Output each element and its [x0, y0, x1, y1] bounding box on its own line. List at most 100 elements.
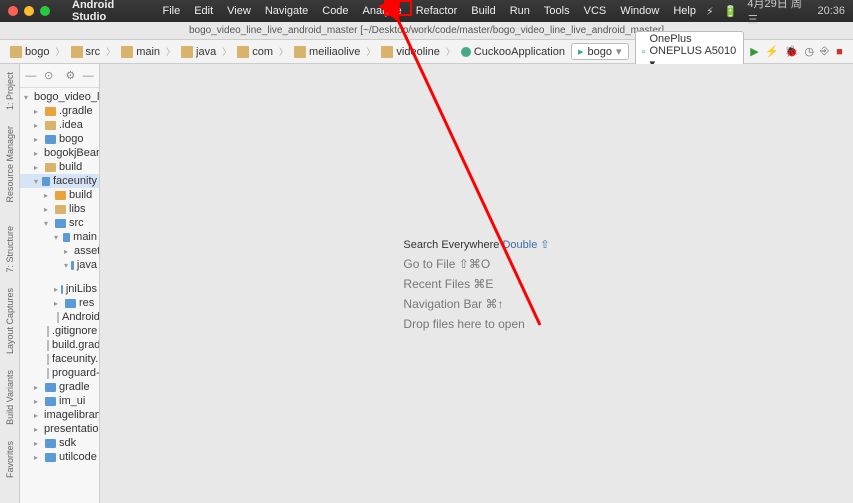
chevron-icon[interactable]: ▾ — [54, 233, 60, 242]
chevron-icon[interactable]: ▸ — [34, 425, 38, 434]
crumb-com[interactable]: com — [233, 45, 277, 59]
menu-refactor[interactable]: Refactor — [412, 5, 462, 17]
tree-node[interactable]: ▸gradle — [20, 380, 99, 394]
chevron-icon[interactable]: ▸ — [44, 191, 52, 200]
chevron-icon[interactable]: ▸ — [34, 439, 42, 448]
crumb-java[interactable]: java — [177, 45, 220, 59]
tree-node[interactable]: ▾src — [20, 216, 99, 230]
traffic-lights[interactable] — [8, 6, 50, 16]
chevron-icon[interactable]: ▾ — [34, 177, 39, 186]
select-target-button[interactable]: ⊙ — [42, 69, 56, 83]
tree-node[interactable]: ▸assets — [20, 244, 99, 258]
app-name[interactable]: Android Studio — [68, 0, 152, 23]
chevron-icon[interactable]: ▸ — [34, 163, 42, 172]
editor-area[interactable]: Search Everywhere Double ⇧ Go to File ⇧⌘… — [100, 64, 853, 503]
debug-button[interactable]: 🐞 — [785, 45, 799, 59]
battery-icon[interactable]: 🔋 — [724, 5, 738, 18]
menu-code[interactable]: Code — [318, 5, 352, 17]
menu-window[interactable]: Window — [616, 5, 663, 17]
hide-button[interactable]: — — [81, 69, 95, 83]
tree-node[interactable]: ▸build — [20, 188, 99, 202]
tree-node[interactable]: ▸imagelibrary — [20, 408, 99, 422]
tree-node[interactable]: ▾ faceunity — [20, 174, 99, 188]
chevron-icon[interactable]: ▸ — [34, 121, 42, 130]
tab-layout-captures[interactable]: Layout Captures — [3, 280, 17, 362]
tree-node[interactable]: ▸bogokjBean — [20, 146, 99, 160]
tab-structure[interactable]: 7: Structure — [3, 218, 17, 281]
close-icon[interactable] — [8, 6, 18, 16]
menu-file[interactable]: File — [158, 5, 184, 17]
hint-search: Search Everywhere Double ⇧ — [403, 237, 549, 251]
crumb-cuckoo[interactable]: CuckooApplication — [457, 45, 569, 59]
apply-button[interactable]: ⚡ — [765, 45, 779, 59]
menu-build[interactable]: Build — [467, 5, 499, 17]
tree-node[interactable]: ▾java — [20, 258, 99, 272]
run-button[interactable]: ▶ — [750, 45, 759, 59]
crumb-src[interactable]: src — [67, 45, 105, 59]
run-config-select[interactable]: ▸bogo▾ — [571, 43, 629, 60]
tree-node[interactable]: ▸im_ui — [20, 394, 99, 408]
chevron-icon[interactable]: ▾ — [64, 261, 68, 270]
tree-node[interactable]: ▾main — [20, 230, 99, 244]
tree-node[interactable]: ▸bogo — [20, 132, 99, 146]
tree-node[interactable]: ▸utilcode — [20, 450, 99, 464]
chevron-icon[interactable]: ▸ — [54, 285, 58, 294]
folder-icon — [45, 163, 56, 172]
tree-node[interactable]: ▸.idea — [20, 118, 99, 132]
project-tree[interactable]: ▾bogo_video_line_live_android_master▸.gr… — [20, 88, 99, 503]
tab-favorites[interactable]: Favorites — [3, 433, 17, 486]
crumb-main[interactable]: main — [117, 45, 164, 59]
attach-button[interactable]: ⎆ — [820, 45, 829, 59]
stop-button[interactable]: ■ — [835, 45, 844, 59]
tree-node[interactable]: ▸jniLibs — [20, 282, 99, 296]
crumb-bogo[interactable]: bogo — [6, 45, 53, 59]
chevron-icon[interactable]: ▾ — [44, 219, 52, 228]
tree-node[interactable]: proguard-rules.pro — [20, 366, 99, 380]
crumb-videoline[interactable]: videoline — [377, 45, 443, 59]
tree-node[interactable]: ▸ build — [20, 160, 99, 174]
chevron-icon[interactable]: ▸ — [34, 411, 38, 420]
crumb-meiliaolive[interactable]: meiliaolive — [290, 45, 364, 59]
tree-node[interactable]: faceunity.iml — [20, 352, 99, 366]
menu-tools[interactable]: Tools — [540, 5, 574, 17]
maximize-icon[interactable] — [40, 6, 50, 16]
chevron-icon[interactable]: ▸ — [44, 205, 52, 214]
tree-node[interactable]: ▸ sdk — [20, 436, 99, 450]
menu-vcs[interactable]: VCS — [580, 5, 611, 17]
folder-icon — [45, 121, 56, 130]
tree-node-label: sdk — [59, 437, 76, 449]
tab-build-variants[interactable]: Build Variants — [3, 362, 17, 433]
settings-button[interactable]: ⚙ — [64, 69, 78, 83]
chevron-icon[interactable]: ▸ — [54, 299, 62, 308]
menu-view[interactable]: View — [223, 5, 255, 17]
chevron-icon[interactable]: ▸ — [34, 453, 42, 462]
tree-node[interactable]: ▾bogo_video_line_live_android_master — [20, 90, 99, 104]
menu-run[interactable]: Run — [506, 5, 534, 17]
menu-edit[interactable]: Edit — [190, 5, 217, 17]
tab-project[interactable]: 1: Project — [3, 64, 17, 118]
tree-node[interactable]: ▸.gradle — [20, 104, 99, 118]
wifi-icon[interactable]: ⚡︎ — [706, 5, 714, 18]
tree-node[interactable]: ▸presentation — [20, 422, 99, 436]
chevron-icon[interactable]: ▸ — [34, 383, 42, 392]
minimize-icon[interactable] — [24, 6, 34, 16]
tree-node[interactable]: build.gradle — [20, 338, 99, 352]
chevron-icon[interactable]: ▸ — [34, 149, 38, 158]
tree-node[interactable]: .gitignore — [20, 324, 99, 338]
tree-node[interactable]: ▸res — [20, 296, 99, 310]
menu-analyze[interactable]: Analyze — [359, 5, 406, 17]
chevron-icon[interactable]: ▸ — [34, 397, 42, 406]
tab-resource-manager[interactable]: Resource Manager — [3, 118, 17, 211]
chevron-icon[interactable]: ▾ — [24, 93, 28, 102]
tree-node-label: build — [59, 161, 82, 173]
chevron-icon[interactable]: ▸ — [34, 135, 42, 144]
collapse-button[interactable]: — — [24, 69, 38, 83]
tree-node-label: faceunity — [53, 175, 97, 187]
tree-node[interactable]: ▸libs — [20, 202, 99, 216]
profile-button[interactable]: ◷ — [804, 45, 814, 59]
menu-navigate[interactable]: Navigate — [261, 5, 312, 17]
chevron-icon[interactable]: ▸ — [34, 107, 42, 116]
menu-help[interactable]: Help — [669, 5, 700, 17]
tree-node[interactable]: AndroidManifest.xml — [20, 310, 99, 324]
chevron-icon[interactable]: ▸ — [64, 247, 68, 256]
